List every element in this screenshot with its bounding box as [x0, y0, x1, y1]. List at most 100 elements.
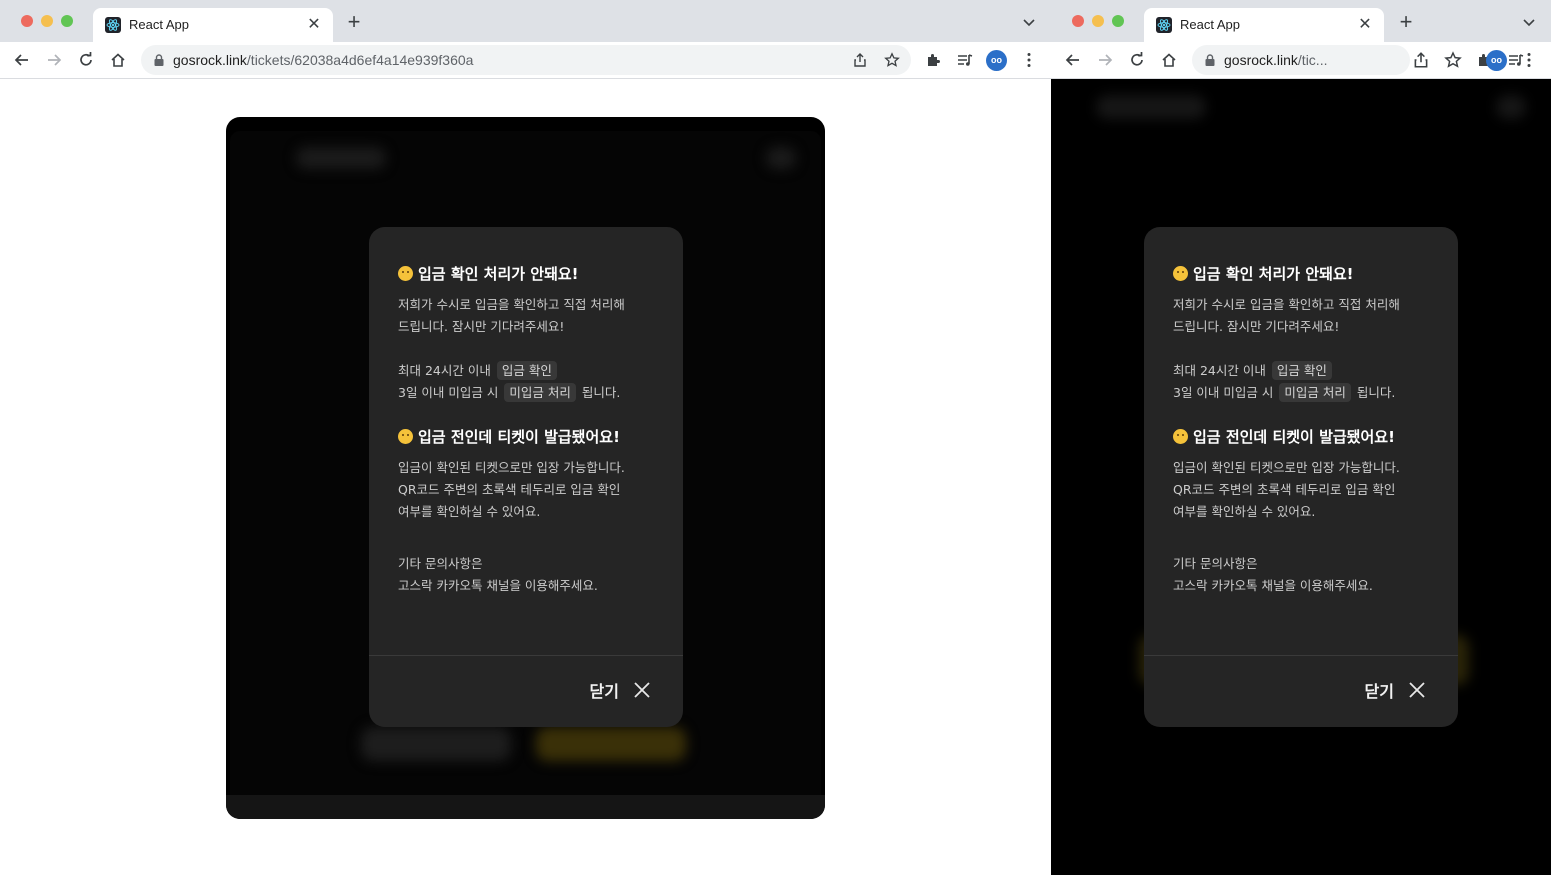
react-logo-icon [1156, 17, 1172, 33]
reading-list-icon[interactable] [956, 51, 974, 69]
section-heading-payment: 입금 확인 처리가 안돼요! [398, 261, 663, 285]
home-icon[interactable] [1160, 51, 1178, 69]
sad-face-emoji-icon [1173, 265, 1188, 281]
browser-window-left: React App ✕ + gosrock.link/tickets/62038… [0, 0, 1051, 875]
text-line: 3일 이내 미입금 시 미입금 처리 됩니다. [1173, 382, 1438, 404]
blurred-primary-button [536, 727, 686, 761]
text-line: 최대 24시간 이내 입금 확인 [398, 360, 663, 382]
share-icon[interactable] [1412, 51, 1430, 69]
text-line: QR코드 주변의 초록색 테두리로 입금 확인 [1173, 482, 1396, 497]
row-suffix: 됩니다. [581, 385, 621, 400]
minimize-window-button[interactable] [1092, 15, 1104, 27]
new-tab-button[interactable]: + [1395, 11, 1417, 34]
modal-footer: 닫기 [1144, 655, 1458, 727]
close-button-label[interactable]: 닫기 [590, 678, 619, 702]
browser-window-right: React App ✕ + gosrock.link/tic... oo 입금 … [1051, 0, 1551, 875]
page-viewport: 입금 확인 처리가 안돼요! 저희가 수시로 입금을 확인하고 직접 처리해 드… [0, 80, 1051, 875]
section-title: 입금 확인 처리가 안돼요! [418, 264, 579, 283]
new-tab-button[interactable]: + [343, 11, 365, 34]
close-window-button[interactable] [21, 15, 33, 27]
more-vertical-icon[interactable] [1520, 51, 1538, 69]
blurred-header-icon [766, 147, 796, 169]
close-icon[interactable] [633, 681, 651, 699]
more-vertical-icon[interactable] [1020, 51, 1038, 69]
modal-footer: 닫기 [369, 655, 683, 727]
maximize-window-button[interactable] [1112, 15, 1124, 27]
tab-strip: React App ✕ + [0, 0, 1051, 42]
blurred-secondary-button [361, 727, 511, 761]
extensions-puzzle-icon[interactable] [924, 51, 942, 69]
section-text: 저희가 수시로 입금을 확인하고 직접 처리해 드립니다. 잠시만 기다려주세요… [398, 294, 663, 404]
info-modal: 입금 확인 처리가 안돼요! 저희가 수시로 입금을 확인하고 직접 처리해 드… [1144, 227, 1458, 727]
bookmark-star-icon[interactable] [884, 52, 900, 68]
back-arrow-icon[interactable] [13, 51, 31, 69]
text-line: 기타 문의사항은 [398, 556, 483, 571]
profile-avatar[interactable]: oo [986, 50, 1007, 71]
text-line: 고스락 카카오톡 채널을 이용해주세요. [398, 578, 598, 593]
section-text: 저희가 수시로 입금을 확인하고 직접 처리해 드립니다. 잠시만 기다려주세요… [1173, 294, 1438, 404]
address-bar[interactable]: gosrock.link/tic... [1192, 45, 1410, 75]
text-line: 여부를 확인하실 수 있어요. [1173, 504, 1316, 519]
profile-avatar[interactable]: oo [1486, 50, 1507, 71]
row-prefix: 3일 이내 미입금 시 [398, 385, 499, 400]
row-prefix: 최대 24시간 이내 [1173, 363, 1266, 378]
section-text: 입금이 확인된 티켓으로만 입장 가능합니다. QR코드 주변의 초록색 테두리… [398, 457, 663, 597]
blurred-header-icon [1496, 95, 1526, 119]
address-bar[interactable]: gosrock.link/tickets/62038a4d6ef4a14e939… [141, 45, 911, 75]
modal-body: 입금 확인 처리가 안돼요! 저희가 수시로 입금을 확인하고 직접 처리해 드… [1173, 261, 1438, 597]
info-modal: 입금 확인 처리가 안돼요! 저희가 수시로 입금을 확인하고 직접 처리해 드… [369, 227, 683, 727]
browser-toolbar: gosrock.link/tic... oo [1051, 42, 1551, 79]
chevron-down-icon[interactable] [1521, 14, 1537, 30]
blurred-header-title [1096, 95, 1206, 119]
browser-tab[interactable]: React App ✕ [1144, 8, 1384, 42]
maximize-window-button[interactable] [61, 15, 73, 27]
reload-icon[interactable] [1128, 51, 1146, 69]
tab-title: React App [1180, 17, 1240, 32]
back-arrow-icon[interactable] [1064, 51, 1082, 69]
flushed-face-emoji-icon [398, 428, 413, 444]
close-window-button[interactable] [1072, 15, 1084, 27]
address-host: gosrock.link [173, 52, 247, 68]
status-chip: 미입금 처리 [1279, 383, 1351, 402]
address-text: gosrock.link/tic... [1224, 52, 1327, 68]
close-icon[interactable] [1408, 681, 1426, 699]
close-tab-icon[interactable]: ✕ [305, 15, 323, 33]
row-suffix: 됩니다. [1356, 385, 1396, 400]
blurred-header-title [296, 147, 386, 169]
section-heading-payment: 입금 확인 처리가 안돼요! [1173, 261, 1438, 285]
chevron-down-icon[interactable] [1021, 14, 1037, 30]
modal-body: 입금 확인 처리가 안돼요! 저희가 수시로 입금을 확인하고 직접 처리해 드… [398, 261, 663, 597]
bookmark-star-icon[interactable] [1444, 51, 1462, 69]
share-icon[interactable] [852, 52, 868, 68]
text-line: 입금이 확인된 티켓으로만 입장 가능합니다. [1173, 460, 1400, 475]
address-path: /tickets/62038a4d6ef4a14e939f360a [246, 52, 474, 68]
section-title: 입금 확인 처리가 안돼요! [1193, 264, 1354, 283]
forward-arrow-icon[interactable] [1096, 51, 1114, 69]
app-frame: 입금 확인 처리가 안돼요! 저희가 수시로 입금을 확인하고 직접 처리해 드… [226, 117, 825, 819]
status-chip: 미입금 처리 [504, 383, 576, 402]
text-line: 드립니다. 잠시만 기다려주세요! [1173, 319, 1340, 334]
text-line: 고스락 카카오톡 채널을 이용해주세요. [1173, 578, 1373, 593]
minimize-window-button[interactable] [41, 15, 53, 27]
address-path: /tic... [1297, 52, 1328, 68]
section-title: 입금 전인데 티켓이 발급됐어요! [1193, 427, 1395, 446]
browser-toolbar: gosrock.link/tickets/62038a4d6ef4a14e939… [0, 42, 1051, 79]
section-heading-ticket: 입금 전인데 티켓이 발급됐어요! [1173, 424, 1438, 448]
address-text: gosrock.link/tickets/62038a4d6ef4a14e939… [173, 52, 473, 68]
close-tab-icon[interactable]: ✕ [1356, 15, 1374, 33]
browser-tab[interactable]: React App ✕ [93, 8, 333, 42]
row-prefix: 3일 이내 미입금 시 [1173, 385, 1274, 400]
home-icon[interactable] [109, 51, 127, 69]
forward-arrow-icon[interactable] [45, 51, 63, 69]
close-button-label[interactable]: 닫기 [1365, 678, 1394, 702]
sad-face-emoji-icon [398, 265, 413, 281]
status-chip: 입금 확인 [1271, 361, 1332, 380]
section-text: 입금이 확인된 티켓으로만 입장 가능합니다. QR코드 주변의 초록색 테두리… [1173, 457, 1438, 597]
text-line: 입금이 확인된 티켓으로만 입장 가능합니다. [398, 460, 625, 475]
text-line: 드립니다. 잠시만 기다려주세요! [398, 319, 565, 334]
reload-icon[interactable] [77, 51, 95, 69]
text-line: 여부를 확인하실 수 있어요. [398, 504, 541, 519]
lock-icon [1205, 54, 1215, 66]
text-line: 3일 이내 미입금 시 미입금 처리 됩니다. [398, 382, 663, 404]
tab-strip: React App ✕ + [1051, 0, 1551, 42]
